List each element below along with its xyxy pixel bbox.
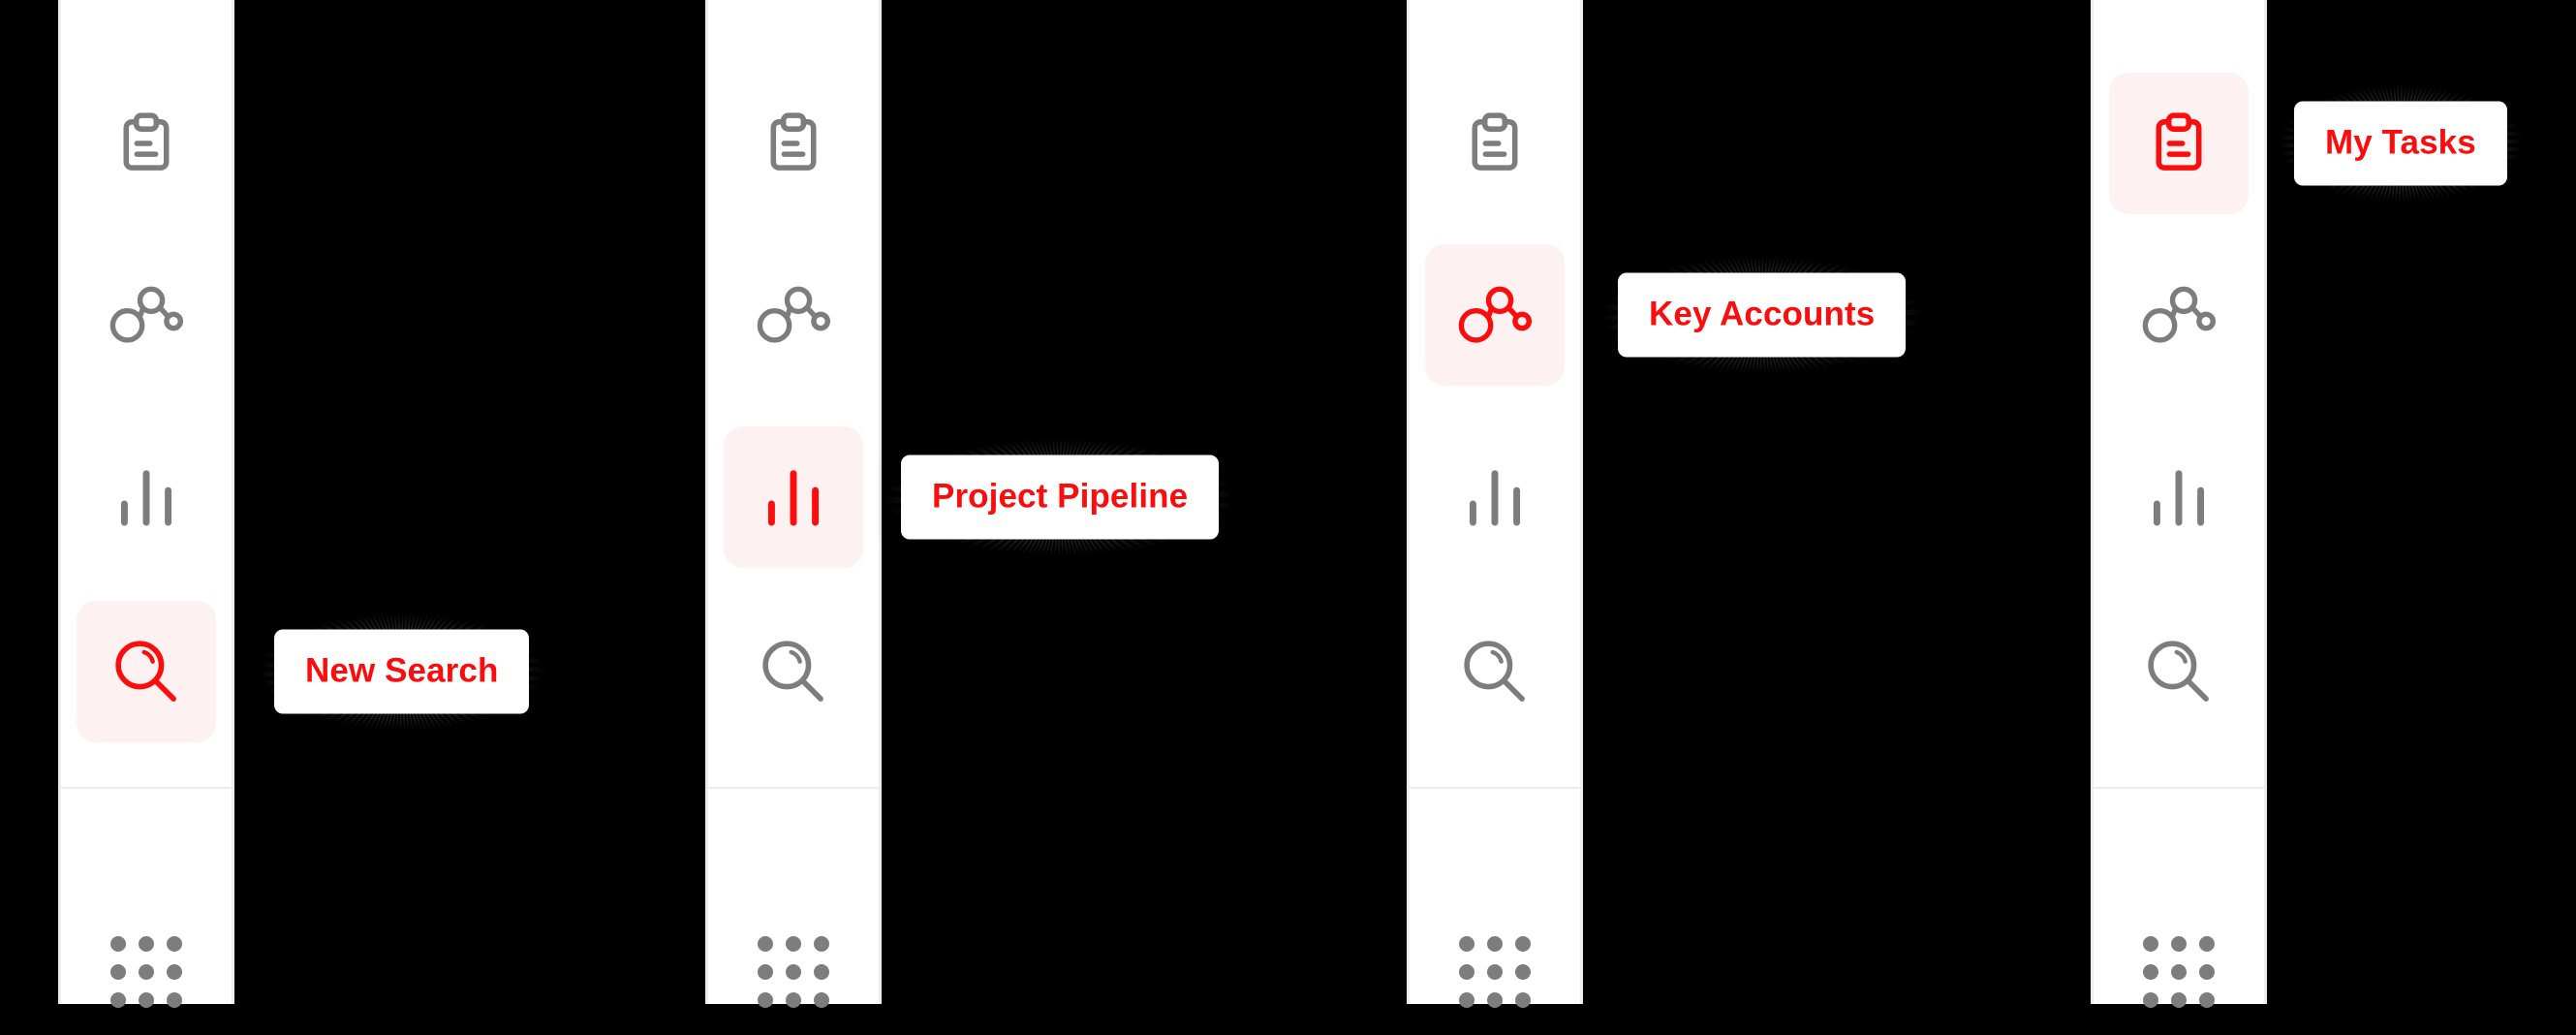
grid-apps-icon [1459, 936, 1531, 1008]
sidebar-item-bar-chart[interactable] [1425, 426, 1565, 568]
sidebar-rail [2091, 0, 2267, 1008]
sidebar-item-clipboard[interactable] [1425, 73, 1565, 214]
sidebar-item-clipboard[interactable] [724, 73, 863, 214]
sidebar-primary-nav [708, 0, 879, 787]
tooltip-label: My Tasks [2325, 123, 2476, 162]
sidebar-secondary-nav [708, 789, 879, 1008]
bar-chart-icon [117, 465, 175, 529]
tooltip-panel-key-accounts: Key Accounts [1618, 272, 1907, 358]
tooltip-panel-new-search: New Search [274, 629, 530, 714]
sidebar-item-apps[interactable] [2109, 909, 2249, 1035]
sidebar-item-clipboard[interactable] [2109, 73, 2249, 214]
search-icon [110, 636, 182, 707]
sidebar-item-search[interactable] [77, 601, 216, 742]
panel-new-search [58, 0, 234, 1008]
network-nodes-icon [755, 285, 832, 345]
sidebar-item-bar-chart[interactable] [724, 426, 863, 568]
sidebar-primary-nav [61, 0, 232, 787]
panel-project-pipeline [705, 0, 882, 1008]
tooltip-label: Key Accounts [1649, 295, 1876, 333]
sidebar-secondary-nav [2094, 789, 2264, 1008]
bar-chart-icon [2150, 465, 2208, 529]
panel-my-tasks [2091, 0, 2267, 1008]
sidebar-item-search[interactable] [724, 601, 863, 742]
bar-chart-icon [764, 465, 822, 529]
network-nodes-icon [2140, 285, 2218, 345]
search-icon [1459, 636, 1531, 707]
sidebar-item-apps[interactable] [1425, 909, 1565, 1035]
sidebar-rail [58, 0, 234, 1008]
tooltip-panel-project-pipeline: Project Pipeline [901, 455, 1220, 540]
sidebar-item-apps[interactable] [724, 909, 863, 1035]
tooltip-label: New Search [305, 651, 499, 690]
sidebar-primary-nav [2094, 0, 2264, 787]
search-icon [2143, 636, 2215, 707]
panel-key-accounts [1407, 0, 1583, 1008]
grid-apps-icon [2143, 936, 2215, 1008]
tooltip-panel-my-tasks: My Tasks [2294, 101, 2507, 186]
sidebar-item-search[interactable] [2109, 601, 2249, 742]
network-nodes-icon [1456, 285, 1534, 345]
grid-apps-icon [110, 936, 182, 1008]
sidebar-item-apps[interactable] [77, 909, 216, 1035]
search-icon [758, 636, 829, 707]
sidebar-item-network-nodes[interactable] [77, 244, 216, 386]
tooltip-label: Project Pipeline [932, 477, 1189, 516]
clipboard-icon [758, 108, 829, 179]
sidebar-secondary-nav [1410, 789, 1580, 1008]
sidebar-item-network-nodes[interactable] [2109, 244, 2249, 386]
sidebar-primary-nav [1410, 0, 1580, 787]
bar-chart-icon [1466, 465, 1524, 529]
clipboard-icon [1459, 108, 1531, 179]
sidebar-rail [705, 0, 882, 1008]
clipboard-icon [2143, 108, 2215, 179]
clipboard-icon [110, 108, 182, 179]
sidebar-item-bar-chart[interactable] [77, 426, 216, 568]
sidebar-secondary-nav [61, 789, 232, 1008]
sidebar-item-network-nodes[interactable] [724, 244, 863, 386]
sidebar-item-network-nodes[interactable] [1425, 244, 1565, 386]
sidebar-item-bar-chart[interactable] [2109, 426, 2249, 568]
sidebar-item-clipboard[interactable] [77, 73, 216, 214]
sidebar-rail [1407, 0, 1583, 1008]
network-nodes-icon [108, 285, 185, 345]
sidebar-item-search[interactable] [1425, 601, 1565, 742]
grid-apps-icon [758, 936, 829, 1008]
